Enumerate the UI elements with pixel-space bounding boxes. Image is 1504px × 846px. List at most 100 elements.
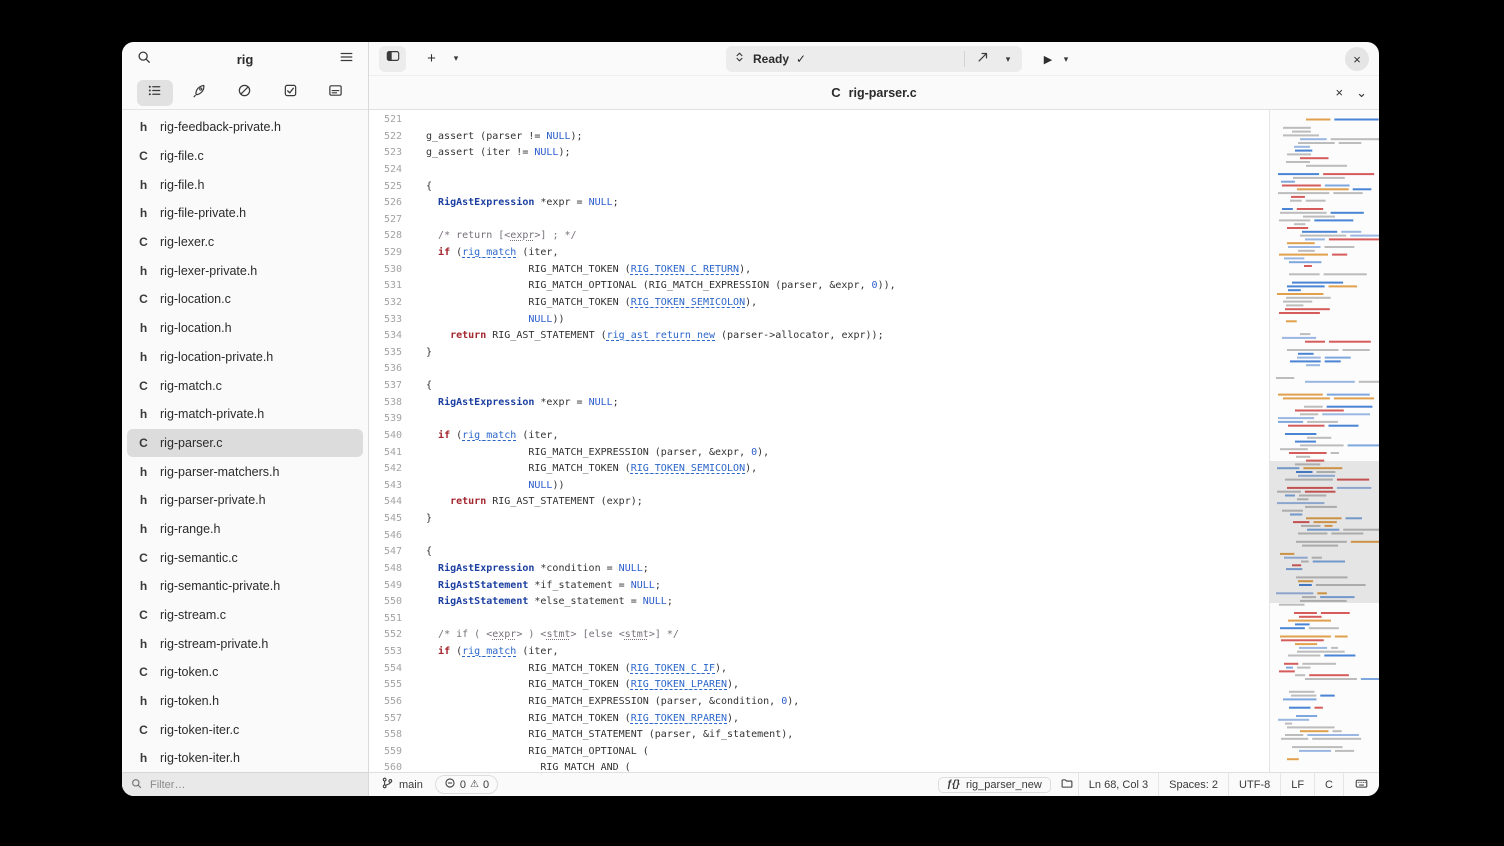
- folder-button[interactable]: [1060, 777, 1074, 793]
- code-line-546[interactable]: 546: [369, 528, 1269, 545]
- language-button[interactable]: C: [1314, 773, 1343, 796]
- code-line-535[interactable]: 535}: [369, 345, 1269, 362]
- filter-input[interactable]: [148, 778, 359, 792]
- diagnostics-button[interactable]: 0 ⚠ 0: [435, 775, 498, 794]
- code-line-540[interactable]: 540 if (rig_match (iter,: [369, 428, 1269, 445]
- file-item[interactable]: hrig-location.h: [127, 314, 363, 343]
- line-number: 553: [369, 644, 413, 661]
- code-line-543[interactable]: 543 NULL)): [369, 478, 1269, 495]
- search-button[interactable]: [131, 46, 157, 72]
- deploy-chevron[interactable]: ▾: [1001, 46, 1015, 72]
- file-item[interactable]: hrig-parser-matchers.h: [127, 457, 363, 486]
- branch-button[interactable]: main: [381, 776, 423, 793]
- open-file-tab[interactable]: C rig-parser.c: [831, 85, 916, 100]
- code-line-530[interactable]: 530 RIG_MATCH_TOKEN (RIG_TOKEN_C_RETURN)…: [369, 262, 1269, 279]
- minimap-viewport[interactable]: [1270, 461, 1379, 603]
- cursor-position-button[interactable]: Ln 68, Col 3: [1078, 773, 1158, 796]
- code-line-532[interactable]: 532 RIG_MATCH_TOKEN (RIG_TOKEN_SEMICOLON…: [369, 295, 1269, 312]
- file-item[interactable]: hrig-stream-private.h: [127, 629, 363, 658]
- encoding-button[interactable]: UTF-8: [1228, 773, 1280, 796]
- code-line-558[interactable]: 558 RIG_MATCH_STATEMENT (parser, &if_sta…: [369, 727, 1269, 744]
- panel-tab-build[interactable]: [182, 80, 218, 106]
- code-line-545[interactable]: 545}: [369, 511, 1269, 528]
- code-line-539[interactable]: 539: [369, 411, 1269, 428]
- code-line-552[interactable]: 552 /* if ( <expr> ) <stmt> [else <stmt>…: [369, 627, 1269, 644]
- code-line-541[interactable]: 541 RIG_MATCH_EXPRESSION (parser, &expr,…: [369, 445, 1269, 462]
- panel-tab-logs[interactable]: [317, 80, 353, 106]
- file-item[interactable]: Crig-lexer.c: [127, 228, 363, 257]
- line-ending-button[interactable]: LF: [1280, 773, 1314, 796]
- code-line-538[interactable]: 538 RigAstExpression *expr = NULL;: [369, 395, 1269, 412]
- line-number: 535: [369, 345, 413, 362]
- file-item[interactable]: hrig-match-private.h: [127, 400, 363, 429]
- file-item[interactable]: hrig-lexer-private.h: [127, 256, 363, 285]
- menu-button[interactable]: [333, 46, 359, 72]
- code-line-557[interactable]: 557 RIG_MATCH_TOKEN (RIG_TOKEN_RPAREN),: [369, 711, 1269, 728]
- code-line-551[interactable]: 551: [369, 611, 1269, 628]
- file-item[interactable]: hrig-token-iter.h: [127, 744, 363, 772]
- deploy-button[interactable]: [972, 46, 994, 72]
- tab-close-button[interactable]: ×: [1336, 85, 1344, 100]
- code-line-544[interactable]: 544 return RIG_AST_STATEMENT (expr);: [369, 494, 1269, 511]
- new-page-chevron[interactable]: ▾: [449, 46, 463, 72]
- code-line-533[interactable]: 533 NULL)): [369, 312, 1269, 329]
- file-item[interactable]: hrig-token.h: [127, 687, 363, 716]
- file-item[interactable]: hrig-file.h: [127, 170, 363, 199]
- code-line-537[interactable]: 537{: [369, 378, 1269, 395]
- file-item[interactable]: hrig-feedback-private.h: [127, 113, 363, 142]
- code-line-534[interactable]: 534 return RIG_AST_STATEMENT (rig_ast_re…: [369, 328, 1269, 345]
- code-line-542[interactable]: 542 RIG_MATCH_TOKEN (RIG_TOKEN_SEMICOLON…: [369, 461, 1269, 478]
- code-line-547[interactable]: 547{: [369, 544, 1269, 561]
- window-close-button[interactable]: ×: [1345, 47, 1369, 71]
- file-item[interactable]: hrig-range.h: [127, 515, 363, 544]
- file-item[interactable]: hrig-file-private.h: [127, 199, 363, 228]
- code-line-548[interactable]: 548 RigAstExpression *condition = NULL;: [369, 561, 1269, 578]
- keyboard-button[interactable]: [1343, 773, 1379, 796]
- indentation-button[interactable]: Spaces: 2: [1158, 773, 1228, 796]
- code-line-560[interactable]: 560 RIG_MATCH_AND (: [369, 760, 1269, 772]
- code-line-531[interactable]: 531 RIG_MATCH_OPTIONAL (RIG_MATCH_EXPRES…: [369, 278, 1269, 295]
- file-item[interactable]: hrig-location-private.h: [127, 343, 363, 372]
- code-line-559[interactable]: 559 RIG_MATCH_OPTIONAL (: [369, 744, 1269, 761]
- file-item[interactable]: Crig-parser.c: [127, 429, 363, 458]
- sidebar-toggle-button[interactable]: [379, 46, 406, 72]
- file-item[interactable]: Crig-match.c: [127, 371, 363, 400]
- code-line-525[interactable]: 525{: [369, 179, 1269, 196]
- code-line-522[interactable]: 522g_assert (parser != NULL);: [369, 129, 1269, 146]
- panel-tab-tests[interactable]: [272, 80, 308, 106]
- run-chevron[interactable]: ▾: [1059, 46, 1073, 72]
- code-line-556[interactable]: 556 RIG_MATCH_EXPRESSION (parser, &condi…: [369, 694, 1269, 711]
- minimap[interactable]: [1269, 110, 1379, 772]
- code-lines[interactable]: 521522g_assert (parser != NULL);523g_ass…: [369, 110, 1269, 772]
- code-line-524[interactable]: 524: [369, 162, 1269, 179]
- tab-list-chevron[interactable]: ⌄: [1356, 85, 1367, 101]
- file-item[interactable]: hrig-semantic-private.h: [127, 572, 363, 601]
- file-item[interactable]: Crig-token.c: [127, 658, 363, 687]
- omnibar[interactable]: Ready ✓ ▾: [726, 46, 1022, 72]
- file-item[interactable]: Crig-file.c: [127, 142, 363, 171]
- code-line-521[interactable]: 521: [369, 112, 1269, 129]
- panel-tab-diagnostics[interactable]: [227, 80, 263, 106]
- file-item[interactable]: hrig-parser-private.h: [127, 486, 363, 515]
- code-line-527[interactable]: 527: [369, 212, 1269, 229]
- file-item[interactable]: Crig-token-iter.c: [127, 715, 363, 744]
- file-item[interactable]: Crig-stream.c: [127, 601, 363, 630]
- new-page-button[interactable]: +: [418, 46, 445, 72]
- code-line-528[interactable]: 528 /* return [<expr>] ; */: [369, 228, 1269, 245]
- code-line-526[interactable]: 526 RigAstExpression *expr = NULL;: [369, 195, 1269, 212]
- code-line-549[interactable]: 549 RigAstStatement *if_statement = NULL…: [369, 578, 1269, 595]
- editor[interactable]: 521522g_assert (parser != NULL);523g_ass…: [369, 110, 1379, 772]
- code-line-554[interactable]: 554 RIG_MATCH_TOKEN (RIG_TOKEN_C_IF),: [369, 661, 1269, 678]
- file-item[interactable]: Crig-location.c: [127, 285, 363, 314]
- code-line-536[interactable]: 536: [369, 361, 1269, 378]
- function-context-button[interactable]: ƒ{} rig_parser_new: [938, 777, 1051, 793]
- code-line-523[interactable]: 523g_assert (iter != NULL);: [369, 145, 1269, 162]
- code-line-529[interactable]: 529 if (rig_match (iter,: [369, 245, 1269, 262]
- file-item[interactable]: Crig-semantic.c: [127, 543, 363, 572]
- code-line-550[interactable]: 550 RigAstStatement *else_statement = NU…: [369, 594, 1269, 611]
- code-line-553[interactable]: 553 if (rig_match (iter,: [369, 644, 1269, 661]
- run-button[interactable]: ▶: [1037, 53, 1059, 66]
- panel-tab-symbols[interactable]: [137, 80, 173, 106]
- line-content: RIG_MATCH_TOKEN (RIG_TOKEN_SEMICOLON),: [413, 295, 757, 312]
- code-line-555[interactable]: 555 RIG_MATCH_TOKEN (RIG_TOKEN_LPAREN),: [369, 677, 1269, 694]
